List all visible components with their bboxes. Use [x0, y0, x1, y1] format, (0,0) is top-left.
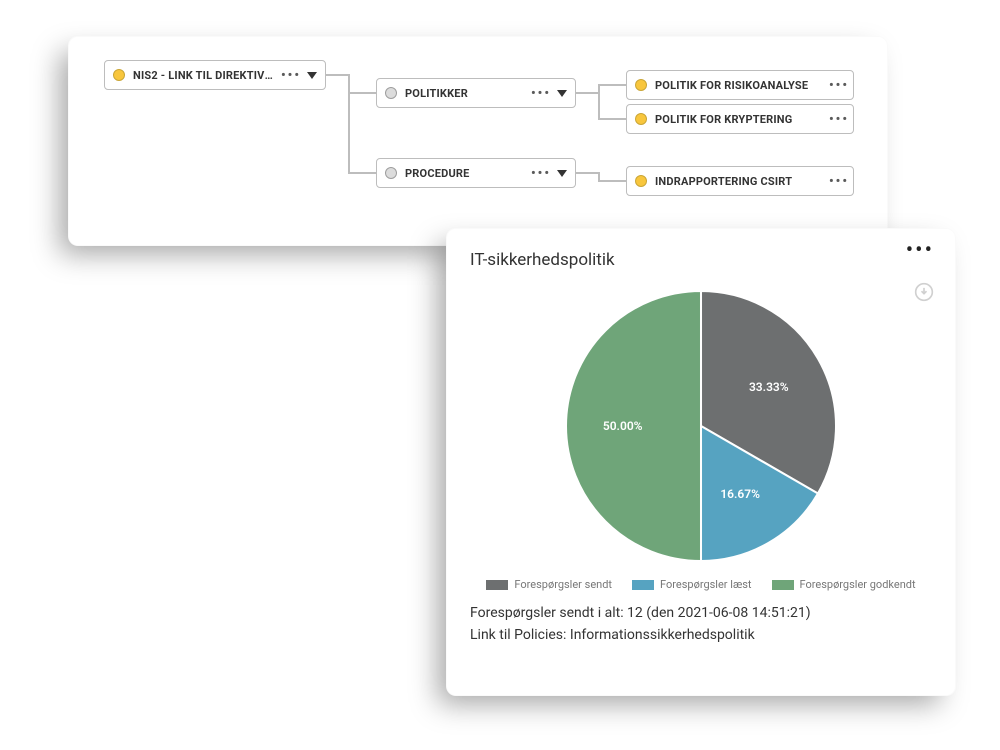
chart-card: IT-sikkerhedspolitik ••• 33.33%16.67%50.… — [446, 228, 956, 696]
status-dot — [635, 113, 647, 125]
legend-swatch — [772, 580, 794, 590]
connector — [598, 84, 600, 120]
kebab-icon[interactable]: ••• — [829, 174, 845, 189]
status-dot — [385, 167, 397, 179]
tree-node-csirt[interactable]: INDRAPPORTERING CSIRT ••• — [626, 166, 854, 196]
tree-node-label: NIS2 - LINK TIL DIREKTIVET — [133, 69, 273, 82]
tree-node-label: PROCEDURE — [405, 167, 523, 180]
status-dot — [635, 79, 647, 91]
legend-label: Forespørgsler godkendt — [800, 578, 916, 591]
connector — [326, 74, 348, 76]
connector — [576, 172, 598, 174]
kebab-icon[interactable]: ••• — [906, 246, 934, 256]
legend-item-read: Forespørgsler læst — [632, 578, 751, 591]
tree-node-label: POLITIK FOR RISIKOANALYSE — [655, 79, 821, 92]
kebab-icon[interactable]: ••• — [281, 68, 297, 83]
tree-node-label: POLITIK FOR KRYPTERING — [655, 113, 821, 126]
legend-item-approved: Forespørgsler godkendt — [772, 578, 916, 591]
meta-link: Link til Policies: Informationssikkerhed… — [470, 625, 932, 647]
status-dot — [635, 175, 647, 187]
connector — [598, 118, 626, 120]
pie-slice[interactable] — [566, 291, 701, 561]
kebab-icon[interactable]: ••• — [829, 78, 845, 93]
tree-node-root[interactable]: NIS2 - LINK TIL DIREKTIVET ••• — [104, 60, 326, 90]
connector — [348, 92, 376, 94]
legend-swatch — [632, 580, 654, 590]
tree-node-label: INDRAPPORTERING CSIRT — [655, 175, 821, 188]
tree-node-politikker[interactable]: POLITIKKER ••• — [376, 78, 576, 108]
tree-node-risikoanalyse[interactable]: POLITIK FOR RISIKOANALYSE ••• — [626, 70, 854, 100]
legend-item-sent: Forespørgsler sendt — [486, 578, 612, 591]
chevron-down-icon[interactable] — [557, 170, 567, 177]
tree-node-kryptering[interactable]: POLITIK FOR KRYPTERING ••• — [626, 104, 854, 134]
legend-swatch — [486, 580, 508, 590]
pie-chart: 33.33%16.67%50.00% — [470, 276, 932, 576]
chart-meta: Forespørgsler sendt i alt: 12 (den 2021-… — [470, 603, 932, 646]
legend-label: Forespørgsler læst — [660, 578, 751, 591]
legend-label: Forespørgsler sendt — [514, 578, 612, 591]
kebab-icon[interactable]: ••• — [829, 112, 845, 127]
chevron-down-icon[interactable] — [557, 90, 567, 97]
kebab-icon[interactable]: ••• — [531, 86, 547, 101]
hierarchy-panel: NIS2 - LINK TIL DIREKTIVET ••• POLITIKKE… — [68, 36, 888, 246]
connector — [598, 84, 626, 86]
kebab-icon[interactable]: ••• — [531, 166, 547, 181]
chart-title: IT-sikkerhedspolitik — [470, 250, 932, 270]
status-dot — [385, 87, 397, 99]
chevron-down-icon[interactable] — [307, 72, 317, 79]
tree-node-procedure[interactable]: PROCEDURE ••• — [376, 158, 576, 188]
status-dot — [113, 69, 125, 81]
connector — [348, 74, 350, 174]
connector — [576, 92, 598, 94]
tree-node-label: POLITIKKER — [405, 87, 523, 100]
chart-legend: Forespørgsler sendt Forespørgsler læst F… — [470, 578, 932, 591]
meta-total: Forespørgsler sendt i alt: 12 (den 2021-… — [470, 603, 932, 625]
connector — [348, 172, 376, 174]
connector — [598, 180, 626, 182]
